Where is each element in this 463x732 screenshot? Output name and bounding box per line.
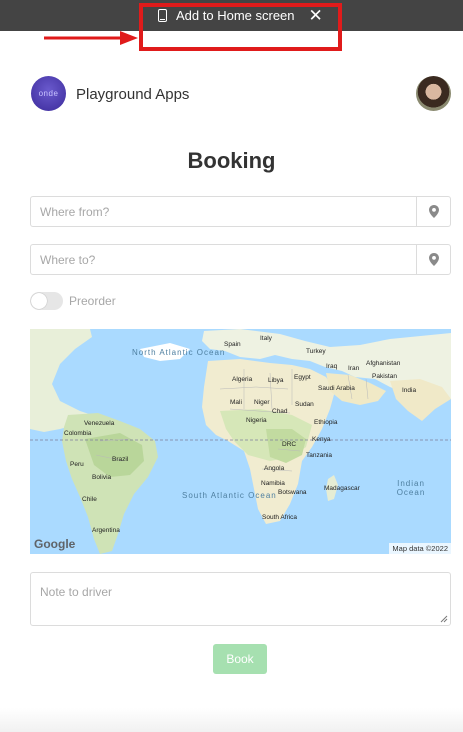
- ocean-label: Indian Ocean: [396, 479, 426, 497]
- country-label: Tanzania: [306, 452, 333, 459]
- page-title: Booking: [187, 148, 276, 173]
- google-logo: Google: [34, 537, 76, 551]
- country-label: Namibia: [261, 480, 285, 487]
- page-footer: [0, 708, 463, 732]
- country-label: Ethiopia: [314, 419, 338, 426]
- country-label: Bolivia: [92, 474, 112, 481]
- country-label: Botswana: [278, 489, 307, 496]
- country-label: Argentina: [92, 527, 120, 534]
- note-to-driver-textarea[interactable]: Note to driver: [30, 572, 451, 626]
- country-label: Colombia: [64, 430, 92, 437]
- user-avatar[interactable]: [416, 76, 451, 111]
- country-label: Spain: [224, 341, 241, 348]
- country-label: Mali: [230, 399, 242, 406]
- map-view[interactable]: North Atlantic Ocean South Atlantic Ocea…: [30, 329, 451, 554]
- ocean-label: South Atlantic Ocean: [182, 491, 277, 500]
- preorder-label: Preorder: [69, 294, 116, 308]
- country-label: Angola: [264, 465, 285, 472]
- country-label: Sudan: [295, 401, 314, 408]
- country-label: South Africa: [262, 514, 298, 521]
- country-label: Kenya: [312, 436, 331, 443]
- country-label: Madagascar: [324, 485, 360, 492]
- resize-grip-icon[interactable]: [440, 615, 448, 623]
- country-label: Afghanistan: [366, 360, 401, 367]
- country-label: Niger: [254, 399, 270, 406]
- where-from-placeholder: Where from?: [40, 205, 110, 219]
- ocean-label: North Atlantic Ocean: [132, 348, 226, 357]
- toggle-knob: [31, 293, 47, 309]
- country-label: Peru: [70, 461, 84, 468]
- country-label: DRC: [282, 441, 297, 448]
- app-name: Playground Apps: [76, 86, 190, 103]
- country-label: Brazil: [112, 456, 129, 463]
- country-label: Turkey: [306, 348, 326, 355]
- annotation-highlight-box: [139, 3, 342, 51]
- app-logo[interactable]: onde: [31, 76, 66, 111]
- where-to-input[interactable]: Where to?: [30, 244, 451, 275]
- country-label: Nigeria: [246, 417, 267, 424]
- country-label: India: [402, 387, 417, 394]
- country-label: Iran: [348, 365, 360, 372]
- country-label: Chad: [272, 408, 288, 415]
- country-label: Italy: [260, 335, 272, 342]
- country-label: Egypt: [294, 374, 311, 381]
- annotation-arrow: [44, 31, 138, 45]
- map-attribution[interactable]: Map data ©2022: [389, 543, 451, 554]
- book-button[interactable]: Book: [213, 644, 267, 674]
- preorder-toggle[interactable]: [30, 292, 63, 310]
- country-label: Venezuela: [84, 420, 115, 427]
- country-label: Algeria: [232, 376, 253, 383]
- note-placeholder: Note to driver: [40, 585, 113, 599]
- where-to-placeholder: Where to?: [40, 253, 96, 267]
- country-label: Libya: [268, 377, 284, 384]
- map-pin-icon[interactable]: [416, 197, 450, 226]
- country-label: Iraq: [326, 363, 338, 370]
- preorder-row: Preorder: [30, 292, 116, 310]
- country-label: Pakistan: [372, 373, 397, 380]
- map-pin-icon[interactable]: [416, 245, 450, 274]
- country-label: Saudi Arabia: [318, 385, 355, 392]
- app-header: onde Playground Apps: [31, 76, 451, 112]
- country-label: Chile: [82, 496, 97, 503]
- where-from-input[interactable]: Where from?: [30, 196, 451, 227]
